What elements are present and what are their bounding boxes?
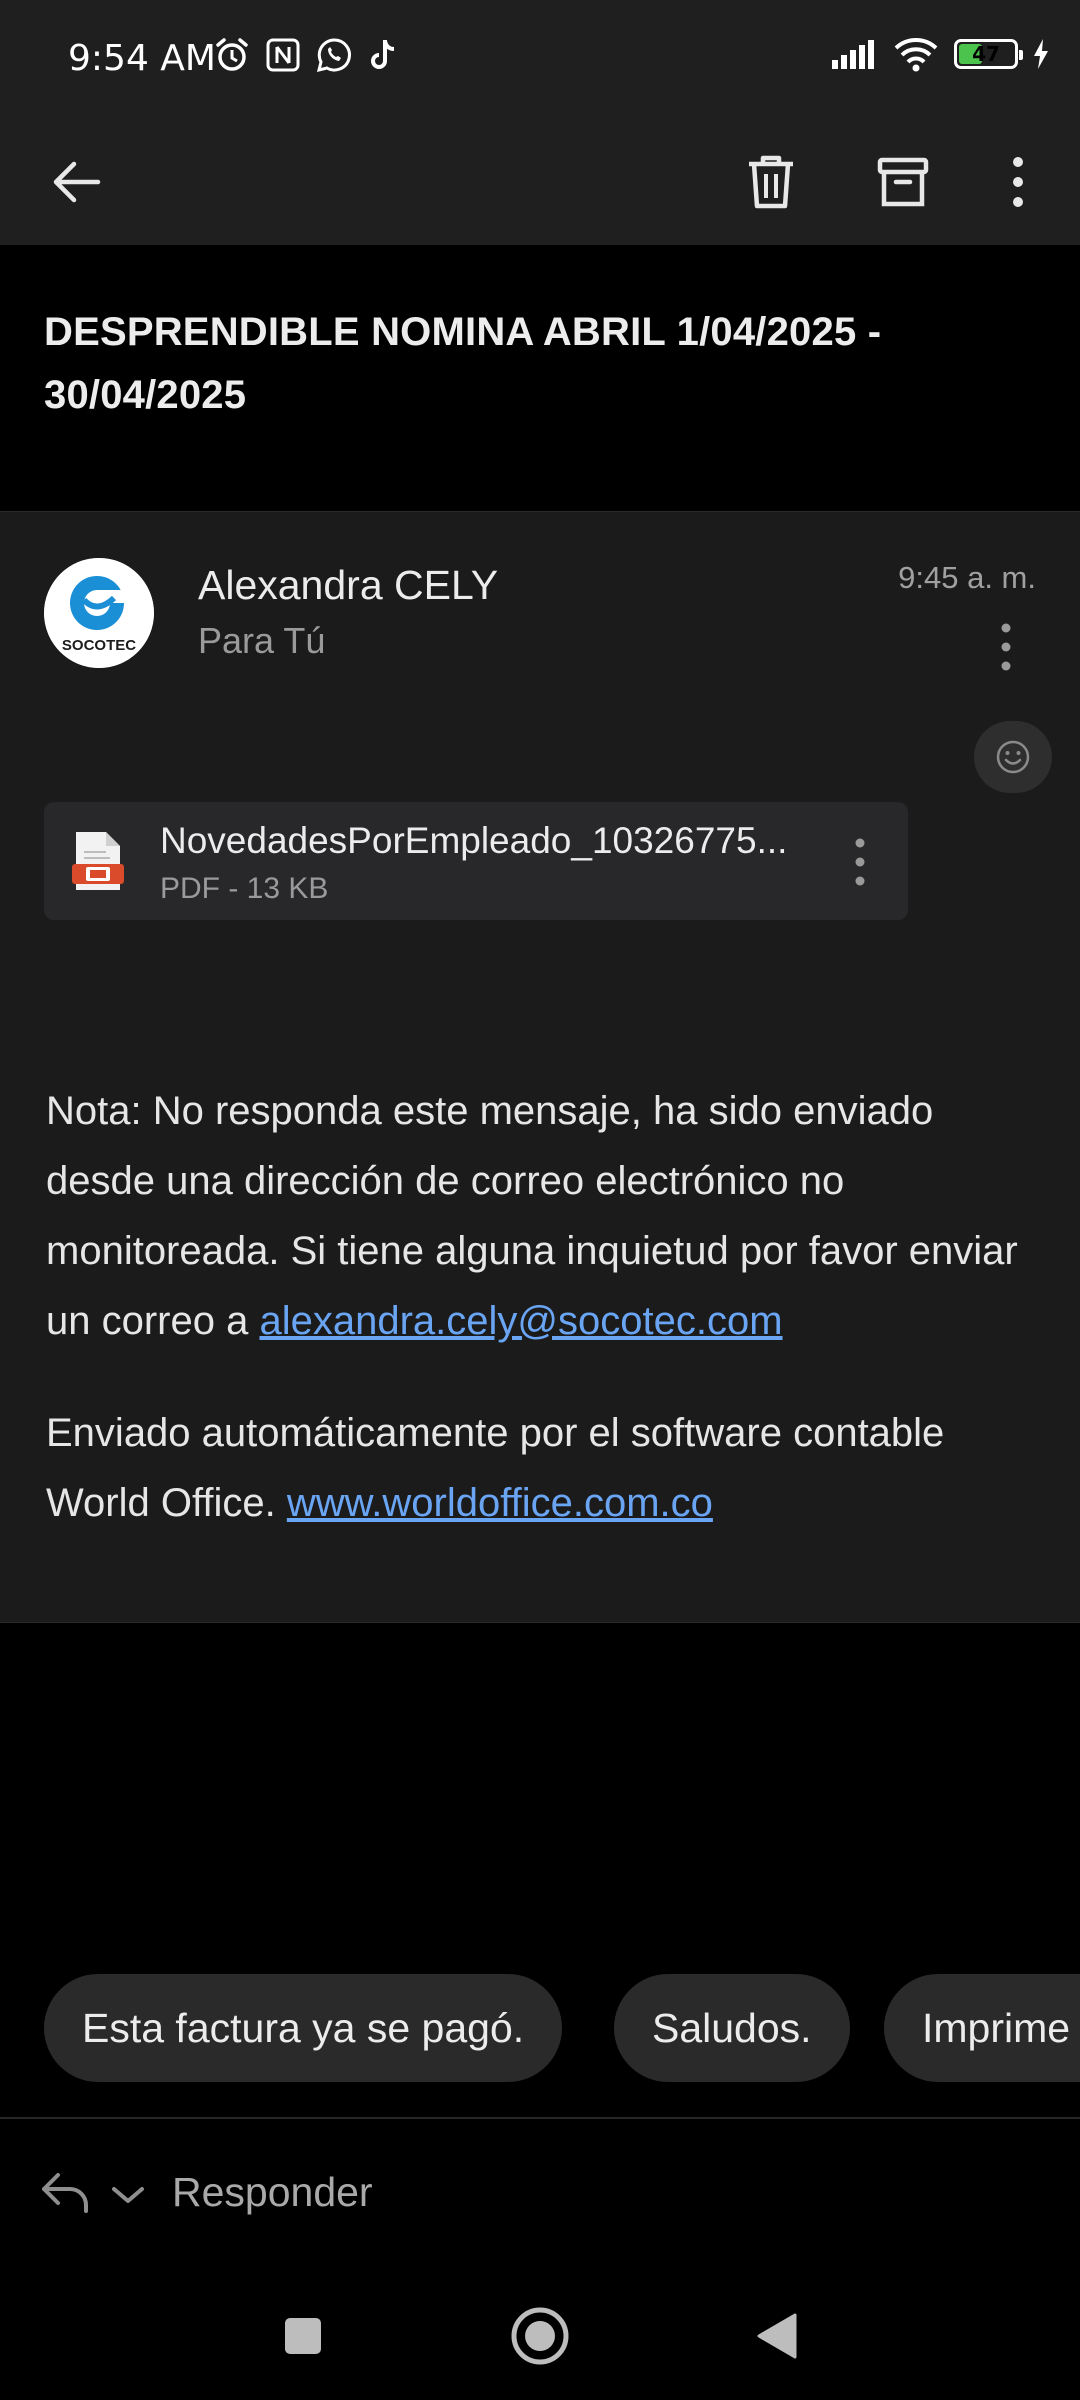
more-vertical-icon bbox=[1013, 157, 1023, 207]
charging-icon bbox=[1034, 39, 1048, 69]
attachment-name: NovedadesPorEmpleado_10326775... bbox=[160, 820, 788, 861]
website-link[interactable]: www.worldoffice.com.co bbox=[287, 1481, 713, 1525]
socotec-logo-icon: SOCOTEC bbox=[44, 558, 154, 668]
smart-reply-chips: Esta factura ya se pagó. Saludos. Imprim… bbox=[0, 1974, 1080, 2084]
smart-reply-chip[interactable]: Imprime bbox=[884, 1974, 1080, 2082]
avatar[interactable]: SOCOTEC bbox=[44, 558, 154, 668]
body-paragraph-signature: Enviado automáticamente por el software … bbox=[46, 1398, 1046, 1538]
reply-icon[interactable] bbox=[38, 2169, 94, 2220]
smiley-icon bbox=[996, 740, 1030, 774]
home-circle-icon bbox=[511, 2307, 569, 2365]
signal-icon bbox=[832, 40, 874, 69]
smart-reply-chip[interactable]: Esta factura ya se pagó. bbox=[44, 1974, 563, 2082]
status-icons-right: 47 bbox=[830, 36, 1050, 72]
reply-bar[interactable]: Responder bbox=[0, 2119, 1080, 2269]
archive-icon bbox=[877, 157, 929, 207]
sender-name[interactable]: Alexandra CELY bbox=[198, 562, 498, 609]
nfc-icon bbox=[266, 38, 300, 72]
status-bar: 9:54 AM 47 bbox=[0, 0, 1080, 118]
back-nav-button[interactable] bbox=[732, 2291, 822, 2381]
archive-button[interactable] bbox=[861, 140, 945, 224]
attachment-card[interactable]: NovedadesPorEmpleado_10326775... PDF - 1… bbox=[44, 802, 908, 920]
more-vertical-icon bbox=[855, 838, 865, 886]
chevron-down-icon[interactable] bbox=[108, 2183, 148, 2212]
email-body: Nota: No responda este mensaje, ha sido … bbox=[46, 1076, 1046, 1580]
body-paragraph-note: Nota: No responda este mensaje, ha sido … bbox=[46, 1076, 1046, 1356]
email-toolbar bbox=[0, 118, 1080, 245]
email-message: SOCOTEC Alexandra CELY Para Tú 9:45 a. m… bbox=[0, 511, 1080, 1623]
system-nav-bar bbox=[0, 2269, 1080, 2400]
battery-level: 47 bbox=[972, 42, 1000, 66]
status-time: 9:54 AM bbox=[68, 38, 216, 79]
alarm-icon bbox=[216, 38, 248, 71]
message-time: 9:45 a. m. bbox=[898, 560, 1036, 595]
email-link[interactable]: alexandra.cely@socotec.com bbox=[259, 1299, 782, 1343]
tiktok-icon bbox=[371, 40, 395, 69]
add-reaction-button[interactable] bbox=[974, 721, 1052, 793]
more-vertical-icon bbox=[1001, 623, 1011, 671]
pdf-file-icon bbox=[72, 830, 124, 897]
trash-icon bbox=[749, 155, 793, 209]
whatsapp-icon bbox=[316, 38, 351, 73]
square-icon bbox=[285, 2318, 321, 2354]
subject-area: DESPRENDIBLE NOMINA ABRIL 1/04/2025 - 30… bbox=[0, 245, 1080, 511]
attachment-meta: PDF - 13 KB bbox=[160, 872, 329, 905]
attachment-more-button[interactable] bbox=[830, 822, 890, 902]
battery-icon: 47 bbox=[954, 39, 1023, 69]
wifi-icon bbox=[894, 38, 938, 72]
home-button[interactable] bbox=[495, 2291, 585, 2381]
more-options-button[interactable] bbox=[976, 140, 1060, 224]
arrow-left-icon bbox=[53, 161, 101, 203]
recents-button[interactable] bbox=[258, 2291, 348, 2381]
back-button[interactable] bbox=[34, 140, 118, 224]
smart-reply-chip[interactable]: Saludos. bbox=[614, 1974, 850, 2082]
avatar-text: SOCOTEC bbox=[62, 637, 136, 654]
triangle-back-icon bbox=[757, 2313, 797, 2359]
recipient-label[interactable]: Para Tú bbox=[198, 620, 325, 662]
reply-label[interactable]: Responder bbox=[172, 2169, 373, 2216]
email-subject: DESPRENDIBLE NOMINA ABRIL 1/04/2025 - 30… bbox=[44, 310, 882, 417]
delete-button[interactable] bbox=[729, 140, 813, 224]
status-icons-left bbox=[213, 36, 401, 74]
message-more-button[interactable] bbox=[976, 604, 1036, 690]
